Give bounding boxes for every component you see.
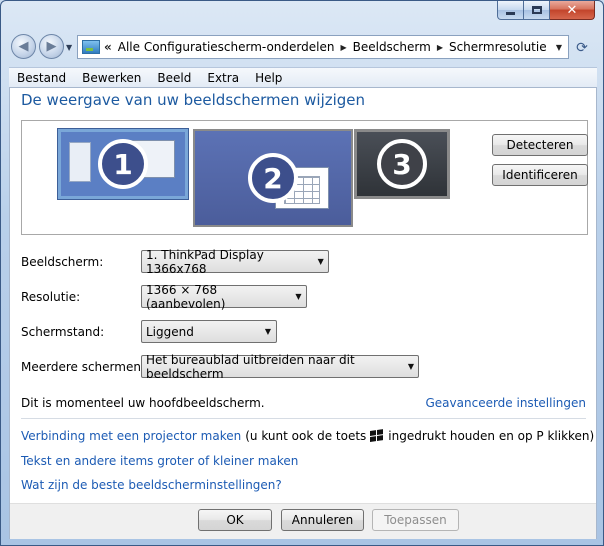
resolution-label: Resolutie: — [21, 290, 81, 304]
mini-desktop-icon — [69, 142, 91, 182]
chevron-down-icon: ▼ — [264, 327, 272, 336]
back-arrow-icon: ◀ — [18, 39, 29, 54]
breadcrumb-overflow[interactable]: « — [104, 40, 112, 54]
minimize-button[interactable] — [497, 1, 524, 20]
control-panel-icon — [82, 40, 100, 54]
back-button[interactable]: ◀ — [11, 34, 36, 59]
chevron-down-icon: ▼ — [295, 292, 302, 301]
advanced-settings-link[interactable]: Geavanceerde instellingen — [426, 396, 587, 410]
resolution-select-value: 1366 × 768 (aanbevolen) — [146, 282, 226, 311]
monitor-2[interactable]: 2 — [193, 129, 353, 227]
dialog-footer: OK Annuleren Toepassen — [10, 503, 596, 539]
divider — [21, 418, 586, 419]
detect-button[interactable]: Detecteren — [492, 134, 588, 156]
best-settings-link[interactable]: Wat zijn de beste beeldscherminstellinge… — [21, 478, 282, 492]
monitor-number-badge: 3 — [377, 139, 427, 189]
windows-key-icon — [370, 428, 384, 444]
main-content: De weergave van uw beeldschermen wijzige… — [9, 87, 597, 539]
multiple-displays-select[interactable]: Het bureaublad uitbreiden naar dit beeld… — [141, 352, 419, 381]
menu-item-bewerken[interactable]: Bewerken — [74, 71, 149, 85]
window-frame: ✕ ◀ ▶ ▼ « Alle Configuratiescherm-onderd… — [0, 0, 604, 546]
close-button[interactable]: ✕ — [550, 1, 595, 20]
display-select-value: 1. ThinkPad Display 1366x768 — [146, 247, 264, 276]
breadcrumb: Alle Configuratiescherm-onderdelen ▶ Bee… — [118, 40, 547, 54]
page-title: De weergave van uw beeldschermen wijzige… — [21, 91, 366, 109]
recent-pages-dropdown[interactable]: ▼ — [66, 43, 72, 52]
menu-item-bestand[interactable]: Bestand — [9, 71, 74, 85]
primary-display-info: Dit is momenteel uw hoofdbeeldscherm. — [21, 396, 265, 410]
orientation-select[interactable]: Liggend ▼ — [141, 320, 277, 343]
cancel-button[interactable]: Annuleren — [281, 509, 364, 531]
projector-hint-pre: (u kunt ook de toets — [245, 429, 367, 443]
menu-item-help[interactable]: Help — [247, 71, 290, 85]
identify-button[interactable]: Identificeren — [492, 164, 588, 186]
breadcrumb-item-screen-resolution[interactable]: Schermresolutie — [449, 40, 547, 54]
projector-row: Verbinding met een projector maken (u ku… — [21, 428, 595, 444]
breadcrumb-separator-icon[interactable]: ▶ — [437, 43, 443, 52]
address-dropdown-icon[interactable]: ▼ — [550, 43, 568, 52]
chevron-down-icon: ▼ — [317, 257, 324, 266]
caption-buttons: ✕ — [497, 1, 595, 20]
forward-button[interactable]: ▶ — [39, 34, 64, 59]
apply-button[interactable]: Toepassen — [372, 509, 459, 531]
refresh-icon[interactable]: ⟳ — [573, 39, 591, 57]
menu-bar: Bestand Bewerken Beeld Extra Help — [9, 67, 597, 87]
breadcrumb-item-all-items[interactable]: Alle Configuratiescherm-onderdelen — [118, 40, 335, 54]
multiple-displays-select-value: Het bureaublad uitbreiden naar dit beeld… — [146, 352, 355, 381]
maximize-icon — [531, 6, 542, 14]
maximize-button[interactable] — [524, 1, 550, 20]
minimize-icon — [506, 11, 515, 15]
navigation-bar: ◀ ▶ ▼ « Alle Configuratiescherm-onderdel… — [9, 31, 595, 63]
address-bar[interactable]: « Alle Configuratiescherm-onderdelen ▶ B… — [77, 35, 569, 59]
projector-link[interactable]: Verbinding met een projector maken — [21, 429, 241, 443]
text-size-link[interactable]: Tekst en andere items groter of kleiner … — [21, 454, 298, 468]
menu-item-beeld[interactable]: Beeld — [149, 71, 199, 85]
monitor-1[interactable]: 1 — [58, 129, 188, 199]
breadcrumb-separator-icon[interactable]: ▶ — [340, 43, 346, 52]
resolution-select[interactable]: 1366 × 768 (aanbevolen) ▼ — [141, 282, 307, 311]
display-select[interactable]: 1. ThinkPad Display 1366x768 ▼ — [141, 247, 329, 276]
forward-arrow-icon: ▶ — [46, 39, 57, 54]
breadcrumb-item-display[interactable]: Beeldscherm — [353, 40, 431, 54]
monitor-number-badge: 2 — [248, 153, 298, 203]
monitor-arrangement-panel: 1 2 3 Detecteren Identificeren — [21, 120, 588, 235]
close-icon: ✕ — [566, 2, 578, 18]
monitor-number-badge: 1 — [98, 139, 148, 189]
monitor-3[interactable]: 3 — [354, 129, 450, 199]
projector-hint-post: ingedrukt houden en op P klikken) — [388, 429, 595, 443]
display-label: Beeldscherm: — [21, 255, 104, 269]
orientation-select-value: Liggend — [146, 324, 194, 339]
chevron-down-icon: ▼ — [407, 362, 414, 371]
menu-item-extra[interactable]: Extra — [199, 71, 247, 85]
ok-button[interactable]: OK — [198, 509, 272, 531]
multiple-displays-label: Meerdere schermen: — [21, 360, 145, 374]
orientation-label: Schermstand: — [21, 325, 105, 339]
